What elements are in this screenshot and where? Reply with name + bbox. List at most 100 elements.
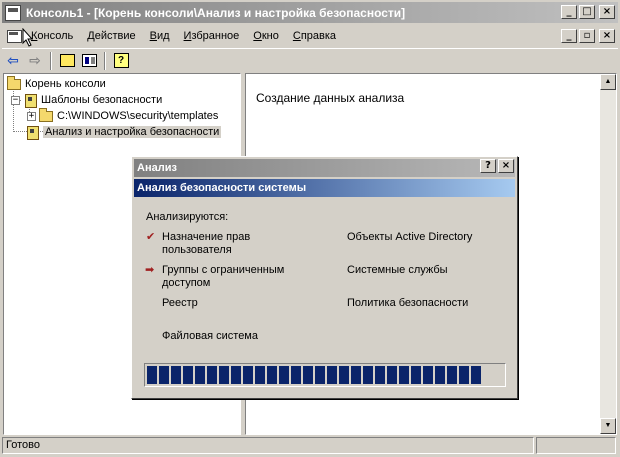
maximize-button[interactable]: □ [579,5,595,19]
console-icon[interactable] [5,4,21,21]
progress-block [147,366,157,384]
collapse-expander[interactable]: − [11,95,20,105]
child-window-controls: _ ▫ × [561,29,615,43]
window-controls: _ □ × [561,5,615,19]
progress-block [279,366,289,384]
tree-label: Анализ и настройка безопасности [43,126,222,138]
menu-favorites[interactable]: Избранное [177,27,247,45]
pane-message: Создание данных анализа [256,91,405,105]
menu-action[interactable]: Действие [80,27,142,45]
progress-block [399,366,409,384]
menu-help[interactable]: Справка [286,27,343,45]
current-arrow-icon: ➡ [145,263,155,276]
show-hide-tree-button[interactable] [78,51,100,71]
mouse-cursor-icon [22,28,34,47]
child-minimize-button[interactable]: _ [561,29,577,43]
help-icon: ? [113,53,129,68]
dialog-title-bar[interactable]: Анализ [134,159,515,177]
menu-view[interactable]: Вид [143,27,177,45]
item-active-directory: Объекты Active Directory [347,231,473,243]
progress-block [267,366,277,384]
vertical-scrollbar[interactable]: ▲ ▼ [600,74,616,434]
help-toolbar-button[interactable]: ? [110,51,132,71]
progress-block [411,366,421,384]
progress-block [363,366,373,384]
tree-label: C:\WINDOWS\security\templates [57,110,219,122]
toolbar-separator [50,51,52,70]
progress-block [291,366,301,384]
child-restore-button[interactable]: ▫ [579,29,595,43]
menu-bar: Консоль Действие Вид Избранное Окно Спра… [2,25,618,47]
scroll-down-button[interactable]: ▼ [600,418,616,434]
menu-window[interactable]: Окно [246,27,286,45]
progress-block [459,366,469,384]
check-mark-icon: ✔ [146,230,156,243]
progress-block [423,366,433,384]
progress-block [219,366,229,384]
tree-node-templates-path[interactable]: + C:\WINDOWS\security\templates [27,107,219,124]
security-analysis-icon [25,125,39,140]
progress-block [303,366,313,384]
item-system-services: Системные службы [347,264,448,276]
item-user-rights: Назначение прав пользователя [162,231,251,256]
item-restricted-groups: Группы с ограниченным доступом [162,264,285,289]
title-bar[interactable]: Консоль1 - [Корень консоли\Анализ и наст… [2,2,618,23]
window-title: Консоль1 - [Корень консоли\Анализ и наст… [26,5,406,20]
tree-label: Корень консоли [25,78,106,90]
toolbar-separator [104,51,106,70]
analysis-dialog: Анализ ? × Анализ безопасности системы А… [131,156,518,399]
child-close-button[interactable]: × [599,29,615,43]
folder-icon [39,107,53,122]
status-text: Готово [2,437,534,454]
progress-block [471,366,481,384]
scroll-up-button[interactable]: ▲ [600,74,616,90]
progress-block [183,366,193,384]
dialog-close-button[interactable]: × [498,159,514,173]
progress-fill [147,366,503,384]
progress-block [375,366,385,384]
dialog-header: Анализ безопасности системы [134,179,515,197]
analyzing-label: Анализируются: [146,211,229,223]
progress-block [339,366,349,384]
progress-block [207,366,217,384]
progress-block [315,366,325,384]
tree-node-security-templates[interactable]: − Шаблоны безопасности [11,92,162,108]
progress-block [351,366,361,384]
back-arrow-icon: ⇦ [7,52,19,69]
progress-block [231,366,241,384]
item-security-policy: Политика безопасности [347,297,469,309]
status-panel [536,437,616,454]
forward-button[interactable]: ⇨ [24,51,46,71]
item-registry: Реестр [162,297,198,309]
progress-block [159,366,169,384]
mmc-window: Консоль1 - [Корень консоли\Анализ и наст… [0,0,620,457]
progress-block [243,366,253,384]
progress-block [171,366,181,384]
forward-arrow-icon: ⇨ [29,52,41,69]
tree-node-security-analysis[interactable]: Анализ и настройка безопасности [25,124,222,140]
console-tree-icon [81,54,97,67]
progress-block [435,366,445,384]
status-bar: Готово [2,437,618,455]
progress-block [387,366,397,384]
security-templates-icon [23,93,37,108]
up-one-level-button[interactable] [56,51,78,71]
progress-block [255,366,265,384]
progress-block [327,366,337,384]
close-button[interactable]: × [599,5,615,19]
up-folder-icon [59,54,75,67]
back-button[interactable]: ⇦ [2,51,24,71]
expand-expander[interactable]: + [27,111,36,121]
progress-block [447,366,457,384]
dialog-title: Анализ [137,162,177,174]
tree-label: Шаблоны безопасности [41,94,163,106]
tree-node-root[interactable]: Корень консоли [7,75,106,92]
dialog-controls: ? × [480,159,514,173]
item-file-system: Файловая система [162,330,258,342]
dialog-help-button[interactable]: ? [480,159,496,173]
minimize-button[interactable]: _ [561,5,577,19]
folder-icon [7,75,21,90]
toolbar: ⇦ ⇨ ? [2,48,618,72]
progress-bar [144,363,506,387]
progress-block [195,366,205,384]
